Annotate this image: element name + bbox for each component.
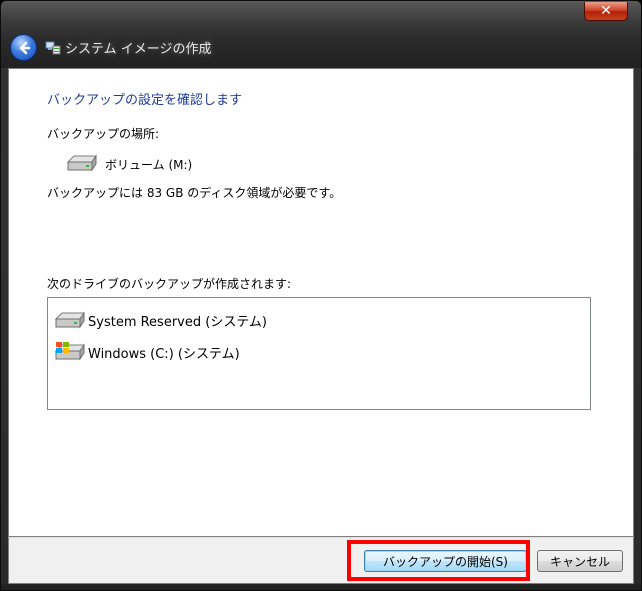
hard-drive-icon xyxy=(66,154,97,172)
drives-label: 次のドライブのバックアップが作成されます: xyxy=(47,277,292,291)
back-button[interactable] xyxy=(10,34,37,61)
backup-app-icon xyxy=(45,41,61,55)
list-item[interactable]: Windows (C:) (システム) xyxy=(51,338,581,364)
content-panel: バックアップの設定を確認します バックアップの場所: ボリューム (M:) バッ… xyxy=(8,68,634,537)
drives-list[interactable]: System Reserved (システム) Windows (C:) (システ… xyxy=(47,297,591,410)
window-title: システム イメージの作成 xyxy=(65,42,212,57)
page-heading: バックアップの設定を確認します xyxy=(47,93,243,108)
drive-name: System Reserved (システム) xyxy=(88,315,268,330)
button-bar: バックアップの開始(S) キャンセル xyxy=(8,537,634,584)
dialog-window: ✕ システム イメージの作成 バックアップの設定を確認します バックアップの場所… xyxy=(0,0,642,591)
highlight-annotation xyxy=(347,540,530,581)
hard-drive-icon xyxy=(54,311,85,329)
space-required-text: バックアップには 83 GB のディスク領域が必要です。 xyxy=(47,186,342,200)
backup-location-label: バックアップの場所: xyxy=(47,127,160,141)
left-frame xyxy=(1,68,8,584)
list-item[interactable]: System Reserved (システム) xyxy=(51,306,581,332)
drive-name: Windows (C:) (システム) xyxy=(88,347,240,362)
right-frame xyxy=(634,68,641,584)
cancel-button[interactable]: キャンセル xyxy=(537,550,623,572)
back-arrow-icon xyxy=(19,41,30,54)
backup-location-value: ボリューム (M:) xyxy=(105,158,193,172)
close-button[interactable]: ✕ xyxy=(584,2,628,21)
windows-drive-icon xyxy=(54,342,85,361)
